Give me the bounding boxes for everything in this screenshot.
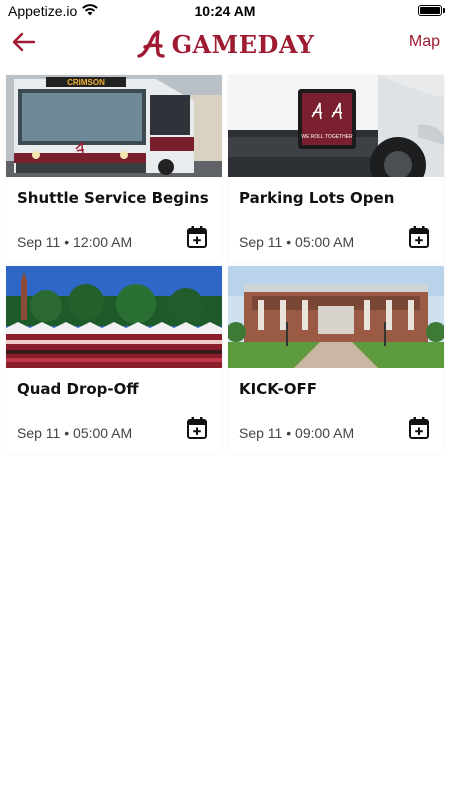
event-title: Quad Drop-Off <box>17 380 139 398</box>
event-date: Sep 11 <box>239 234 283 250</box>
event-date: Sep 11 <box>239 425 283 441</box>
map-button[interactable]: Map <box>409 33 440 51</box>
event-datetime: Sep 11 • 05:00 AM <box>17 425 132 441</box>
script-a-logo <box>136 30 165 58</box>
battery-cap <box>443 8 445 13</box>
event-title: Shuttle Service Begins <box>17 189 209 207</box>
nav-bar: GAMEDAY Map <box>0 22 450 66</box>
separator-dot: • <box>64 234 70 250</box>
license-plate-photo: WE ROLL TOGETHER <box>228 75 444 177</box>
add-to-calendar-icon[interactable] <box>408 416 430 440</box>
event-datetime: Sep 11 • 05:00 AM <box>239 234 354 250</box>
event-title: Parking Lots Open <box>239 189 395 207</box>
event-date: Sep 11 <box>17 234 61 250</box>
event-card[interactable]: Quad Drop-Off Sep 11 • 05:00 AM <box>6 266 222 454</box>
status-bar: Appetize.io 10:24 AM <box>0 0 450 22</box>
stadium-photo <box>228 266 444 368</box>
event-card[interactable]: WE ROLL TOGETHER Parking Lots Open Sep 1… <box>228 75 444 263</box>
plate-text: WE ROLL TOGETHER <box>301 134 353 140</box>
event-title: KICK-OFF <box>239 380 318 398</box>
separator-dot: • <box>286 234 292 250</box>
battery-icon <box>418 5 442 16</box>
event-grid: CRIMSON Shuttle Service Begins Sep 11 • … <box>0 66 450 800</box>
quad-crowd-photo <box>6 266 222 368</box>
event-time: 05:00 AM <box>295 234 355 250</box>
shuttle-bus-photo: CRIMSON <box>6 75 222 177</box>
event-time: 05:00 AM <box>73 425 133 441</box>
brand-title: GAMEDAY <box>171 29 315 59</box>
add-to-calendar-icon[interactable] <box>408 225 430 249</box>
separator-dot: • <box>64 425 70 441</box>
event-card[interactable]: KICK-OFF Sep 11 • 09:00 AM <box>228 266 444 454</box>
clock: 10:24 AM <box>194 3 256 19</box>
bus-sign-text: CRIMSON <box>67 78 105 87</box>
event-datetime: Sep 11 • 12:00 AM <box>17 234 132 250</box>
event-time: 12:00 AM <box>73 234 133 250</box>
app-brand: GAMEDAY <box>0 22 450 66</box>
event-time: 09:00 AM <box>295 425 355 441</box>
add-to-calendar-icon[interactable] <box>186 225 208 249</box>
add-to-calendar-icon[interactable] <box>186 416 208 440</box>
event-card[interactable]: CRIMSON Shuttle Service Begins Sep 11 • … <box>6 75 222 263</box>
event-datetime: Sep 11 • 09:00 AM <box>239 425 354 441</box>
event-date: Sep 11 <box>17 425 61 441</box>
separator-dot: • <box>286 425 292 441</box>
